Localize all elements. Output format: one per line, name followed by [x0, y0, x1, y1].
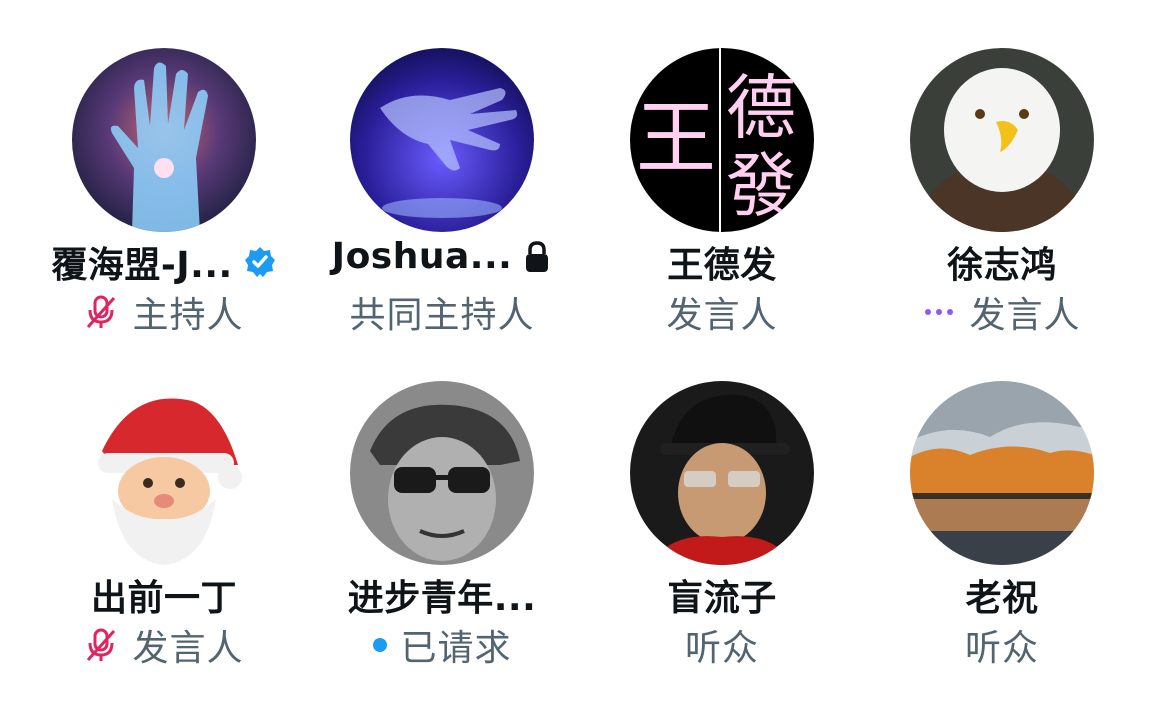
calligraphy-char: 德	[726, 67, 796, 149]
avatar[interactable]	[630, 381, 814, 565]
participant-card[interactable]: 覆海盟-J... 主持人	[24, 48, 304, 368]
avatar[interactable]	[72, 381, 256, 565]
participant-role: 听众	[684, 628, 759, 669]
participant-role: 共同主持人	[349, 295, 535, 336]
santa-icon	[72, 381, 256, 565]
participant-card[interactable]: 出前一丁 发言人	[24, 381, 304, 701]
participant-name: 盲流子	[667, 578, 777, 619]
hat-man-icon	[630, 381, 814, 565]
participant-card[interactable]: 进步青年... 已请求	[302, 381, 582, 701]
participant-card[interactable]: 盲流子 听众	[582, 381, 862, 701]
participant-card[interactable]: 王 德 發 王德发 发言人	[582, 48, 862, 368]
calligraphy-icon: 王 德 發	[630, 48, 814, 232]
speaking-dots-icon	[923, 307, 955, 317]
participant-name: 老祝	[965, 578, 1039, 619]
cosmic-hand-icon	[350, 48, 534, 232]
eagle-icon	[910, 48, 1094, 232]
avatar[interactable]	[910, 381, 1094, 565]
participant-name: Joshua...	[331, 236, 513, 277]
participant-role: 已请求	[400, 628, 512, 669]
request-dot-icon	[372, 637, 388, 653]
participant-name: 王德发	[667, 245, 777, 286]
participant-role: 发言人	[132, 628, 244, 669]
calligraphy-char: 王	[636, 92, 716, 185]
sunglasses-man-icon	[350, 381, 534, 565]
participant-card[interactable]: Joshua... 共同主持人	[302, 48, 582, 368]
avatar[interactable]: 王 德 發	[630, 48, 814, 232]
avatar[interactable]	[72, 48, 256, 232]
participant-name: 徐志鸿	[947, 245, 1057, 286]
participant-grid: 覆海盟-J... 主持人 Joshua... 共同主持人 王 德 發 王德发 发…	[0, 0, 1170, 712]
landscape-icon	[910, 381, 1094, 565]
calligraphy-char: 發	[726, 145, 796, 227]
mic-muted-icon	[84, 627, 118, 663]
avatar[interactable]	[910, 48, 1094, 232]
participant-role: 听众	[964, 628, 1039, 669]
participant-name: 进步青年...	[347, 578, 537, 619]
participant-card[interactable]: 徐志鸿 发言人	[862, 48, 1142, 368]
participant-name: 覆海盟-J...	[51, 245, 233, 286]
mic-muted-icon	[84, 294, 118, 330]
participant-role: 主持人	[132, 295, 244, 336]
lock-icon	[522, 240, 552, 274]
participant-card[interactable]: 老祝 听众	[862, 381, 1142, 701]
galaxy-hand-icon	[72, 48, 256, 232]
participant-role: 发言人	[969, 295, 1081, 336]
avatar[interactable]	[350, 48, 534, 232]
verified-badge-icon	[243, 245, 277, 279]
avatar[interactable]	[350, 381, 534, 565]
participant-name: 出前一丁	[90, 578, 237, 619]
participant-role: 发言人	[666, 295, 778, 336]
